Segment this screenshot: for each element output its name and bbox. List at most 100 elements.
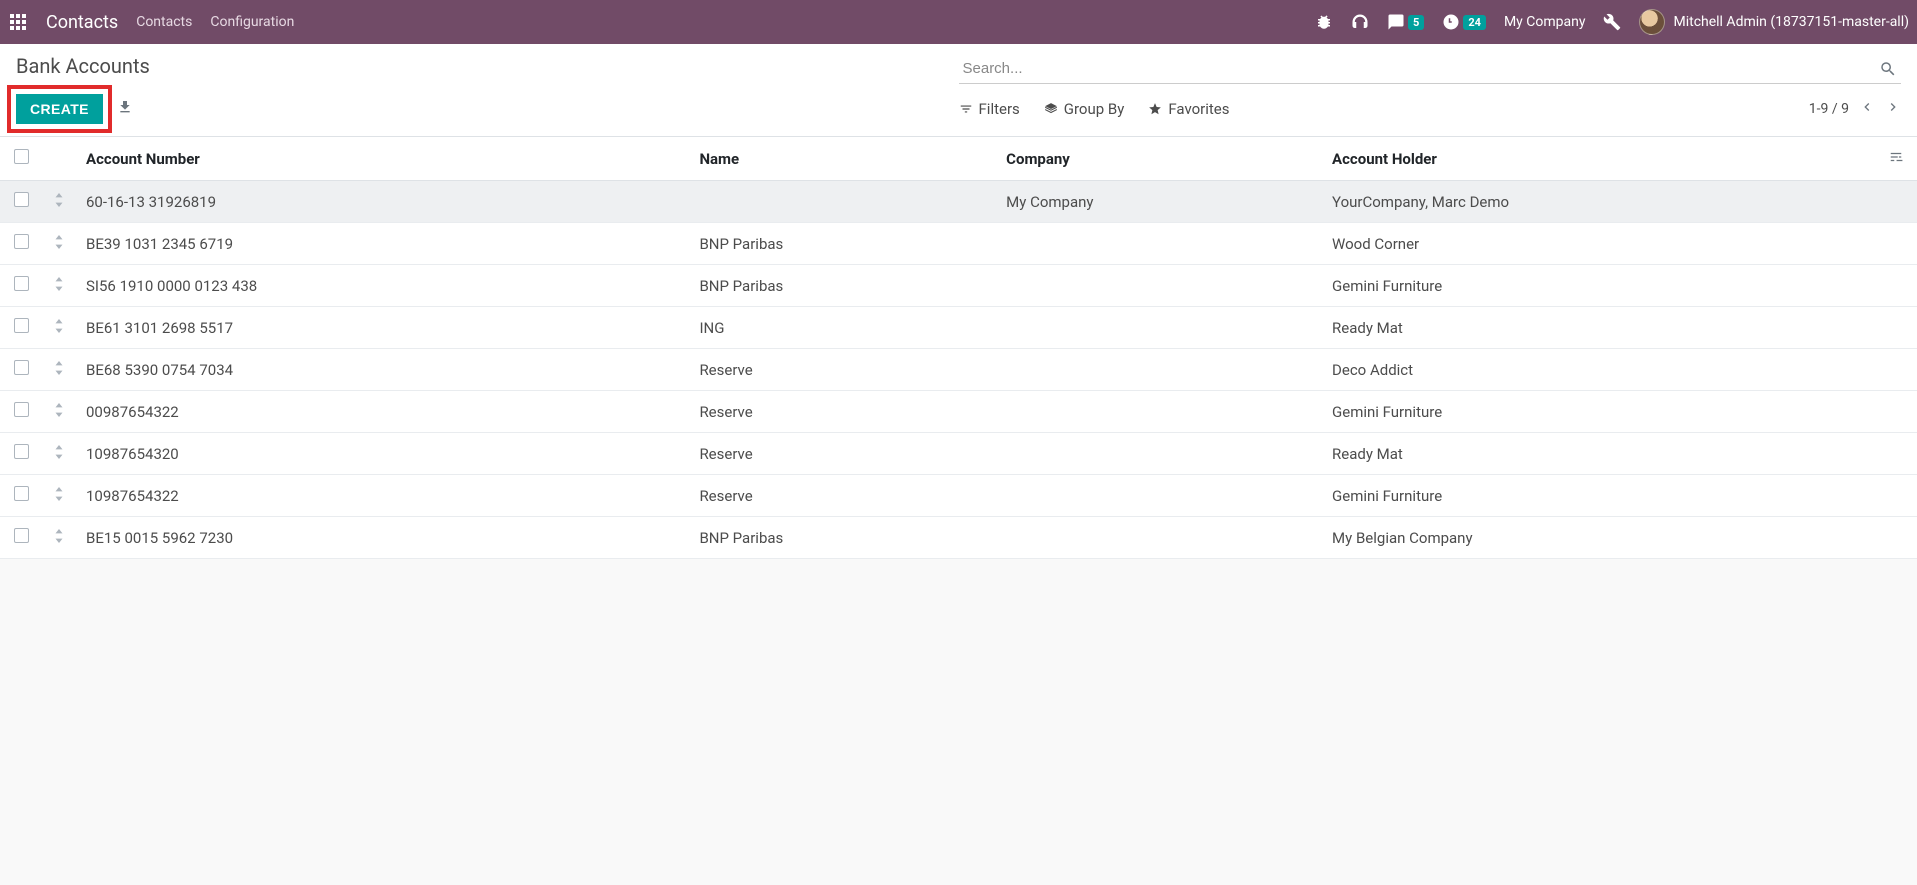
cell-account: 10987654322 (76, 475, 689, 517)
bank-accounts-table: Account Number Name Company Account Hold… (0, 137, 1917, 559)
sliders-icon (1887, 150, 1905, 164)
table-row[interactable]: SI56 1910 0000 0123 438BNP ParibasGemini… (0, 265, 1917, 307)
chat-icon (1387, 13, 1405, 31)
groupby-button[interactable]: Group By (1044, 100, 1125, 118)
pager-next[interactable] (1885, 99, 1901, 119)
nav-link-contacts[interactable]: Contacts (136, 14, 192, 30)
table-row[interactable]: 10987654322ReserveGemini Furniture (0, 475, 1917, 517)
pager-text[interactable]: 1-9 / 9 (1809, 101, 1849, 117)
drag-handle-icon[interactable] (54, 445, 64, 463)
pager-prev[interactable] (1859, 99, 1875, 119)
cell-name: BNP Paribas (689, 517, 996, 559)
cell-company (996, 265, 1322, 307)
cell-holder: YourCompany, Marc Demo (1322, 181, 1875, 223)
table-row[interactable]: 00987654322Reserve Gemini Furniture (0, 391, 1917, 433)
debug-icon[interactable] (1315, 13, 1333, 31)
cell-holder: Gemini Furniture (1322, 391, 1875, 433)
export-button[interactable] (117, 99, 133, 119)
chevron-right-icon (1885, 99, 1901, 115)
drag-handle-icon[interactable] (54, 487, 64, 505)
table-row[interactable]: 60-16-13 31926819 My CompanyYourCompany, … (0, 181, 1917, 223)
optional-columns-button[interactable] (1887, 150, 1905, 168)
table-row[interactable]: BE68 5390 0754 7034ReserveDeco Addict (0, 349, 1917, 391)
nav-link-configuration[interactable]: Configuration (210, 14, 294, 30)
cell-holder: Deco Addict (1322, 349, 1875, 391)
column-header-account[interactable]: Account Number (76, 137, 689, 181)
settings-icon[interactable] (1603, 13, 1621, 31)
messages-button[interactable]: 5 (1387, 13, 1424, 31)
apps-menu-button[interactable] (8, 12, 28, 32)
column-header-company[interactable]: Company (996, 137, 1322, 181)
apps-icon (10, 14, 26, 30)
star-icon (1148, 102, 1162, 116)
activities-button[interactable]: 24 (1442, 13, 1486, 31)
cell-company (996, 475, 1322, 517)
drag-handle-icon[interactable] (54, 193, 64, 211)
drag-handle-icon[interactable] (54, 529, 64, 547)
cell-name: Reserve (689, 391, 996, 433)
cell-company (996, 391, 1322, 433)
column-header-name[interactable]: Name (689, 137, 996, 181)
row-checkbox[interactable] (14, 234, 29, 249)
cell-holder: Ready Mat (1322, 433, 1875, 475)
cell-holder: Ready Mat (1322, 307, 1875, 349)
row-checkbox[interactable] (14, 402, 29, 417)
drag-handle-icon[interactable] (54, 277, 64, 295)
row-checkbox[interactable] (14, 276, 29, 291)
cell-holder: My Belgian Company (1322, 517, 1875, 559)
cell-name: BNP Paribas (689, 265, 996, 307)
top-navbar: Contacts Contacts Configuration 5 24 My … (0, 0, 1917, 44)
cell-company (996, 223, 1322, 265)
table-row[interactable]: BE15 0015 5962 7230BNP ParibasMy Belgian… (0, 517, 1917, 559)
user-menu[interactable]: Mitchell Admin (18737151-master-all) (1639, 9, 1909, 35)
support-icon[interactable] (1351, 13, 1369, 31)
table-row[interactable]: 10987654320ReserveReady Mat (0, 433, 1917, 475)
user-name: Mitchell Admin (18737151-master-all) (1673, 14, 1909, 30)
table-row[interactable]: BE61 3101 2698 5517INGReady Mat (0, 307, 1917, 349)
search-input[interactable] (959, 54, 1902, 83)
cell-account: 60-16-13 31926819 (76, 181, 689, 223)
create-button[interactable]: CREATE (16, 94, 103, 124)
row-checkbox[interactable] (14, 444, 29, 459)
row-checkbox[interactable] (14, 192, 29, 207)
cell-account: 00987654322 (76, 391, 689, 433)
company-switcher[interactable]: My Company (1504, 14, 1586, 30)
cell-account: SI56 1910 0000 0123 438 (76, 265, 689, 307)
cell-holder: Gemini Furniture (1322, 475, 1875, 517)
row-checkbox[interactable] (14, 486, 29, 501)
filters-label: Filters (979, 100, 1020, 118)
cell-company (996, 307, 1322, 349)
drag-handle-icon[interactable] (54, 319, 64, 337)
cell-company (996, 517, 1322, 559)
row-checkbox[interactable] (14, 318, 29, 333)
favorites-label: Favorites (1168, 100, 1229, 118)
cell-company (996, 433, 1322, 475)
cell-name (689, 181, 996, 223)
activities-badge: 24 (1463, 15, 1486, 30)
layers-icon (1044, 102, 1058, 116)
favorites-button[interactable]: Favorites (1148, 100, 1229, 118)
row-checkbox[interactable] (14, 360, 29, 375)
filters-button[interactable]: Filters (959, 100, 1020, 118)
cell-company (996, 349, 1322, 391)
cell-account: BE68 5390 0754 7034 (76, 349, 689, 391)
funnel-icon (959, 102, 973, 116)
chevron-left-icon (1859, 99, 1875, 115)
search-bar[interactable] (959, 54, 1902, 84)
cell-holder: Wood Corner (1322, 223, 1875, 265)
cell-account: BE39 1031 2345 6719 (76, 223, 689, 265)
cell-company: My Company (996, 181, 1322, 223)
app-brand[interactable]: Contacts (46, 12, 118, 33)
groupby-label: Group By (1064, 100, 1125, 118)
row-checkbox[interactable] (14, 528, 29, 543)
drag-handle-icon[interactable] (54, 403, 64, 421)
control-panel: Bank Accounts CREATE Filters Group By (0, 44, 1917, 137)
select-all-checkbox[interactable] (14, 149, 29, 164)
column-header-holder[interactable]: Account Holder (1322, 137, 1875, 181)
search-icon[interactable] (1879, 60, 1897, 78)
cell-name: BNP Paribas (689, 223, 996, 265)
drag-handle-icon[interactable] (54, 361, 64, 379)
table-row[interactable]: BE39 1031 2345 6719BNP Paribas Wood Corne… (0, 223, 1917, 265)
messages-badge: 5 (1408, 15, 1424, 30)
drag-handle-icon[interactable] (54, 235, 64, 253)
